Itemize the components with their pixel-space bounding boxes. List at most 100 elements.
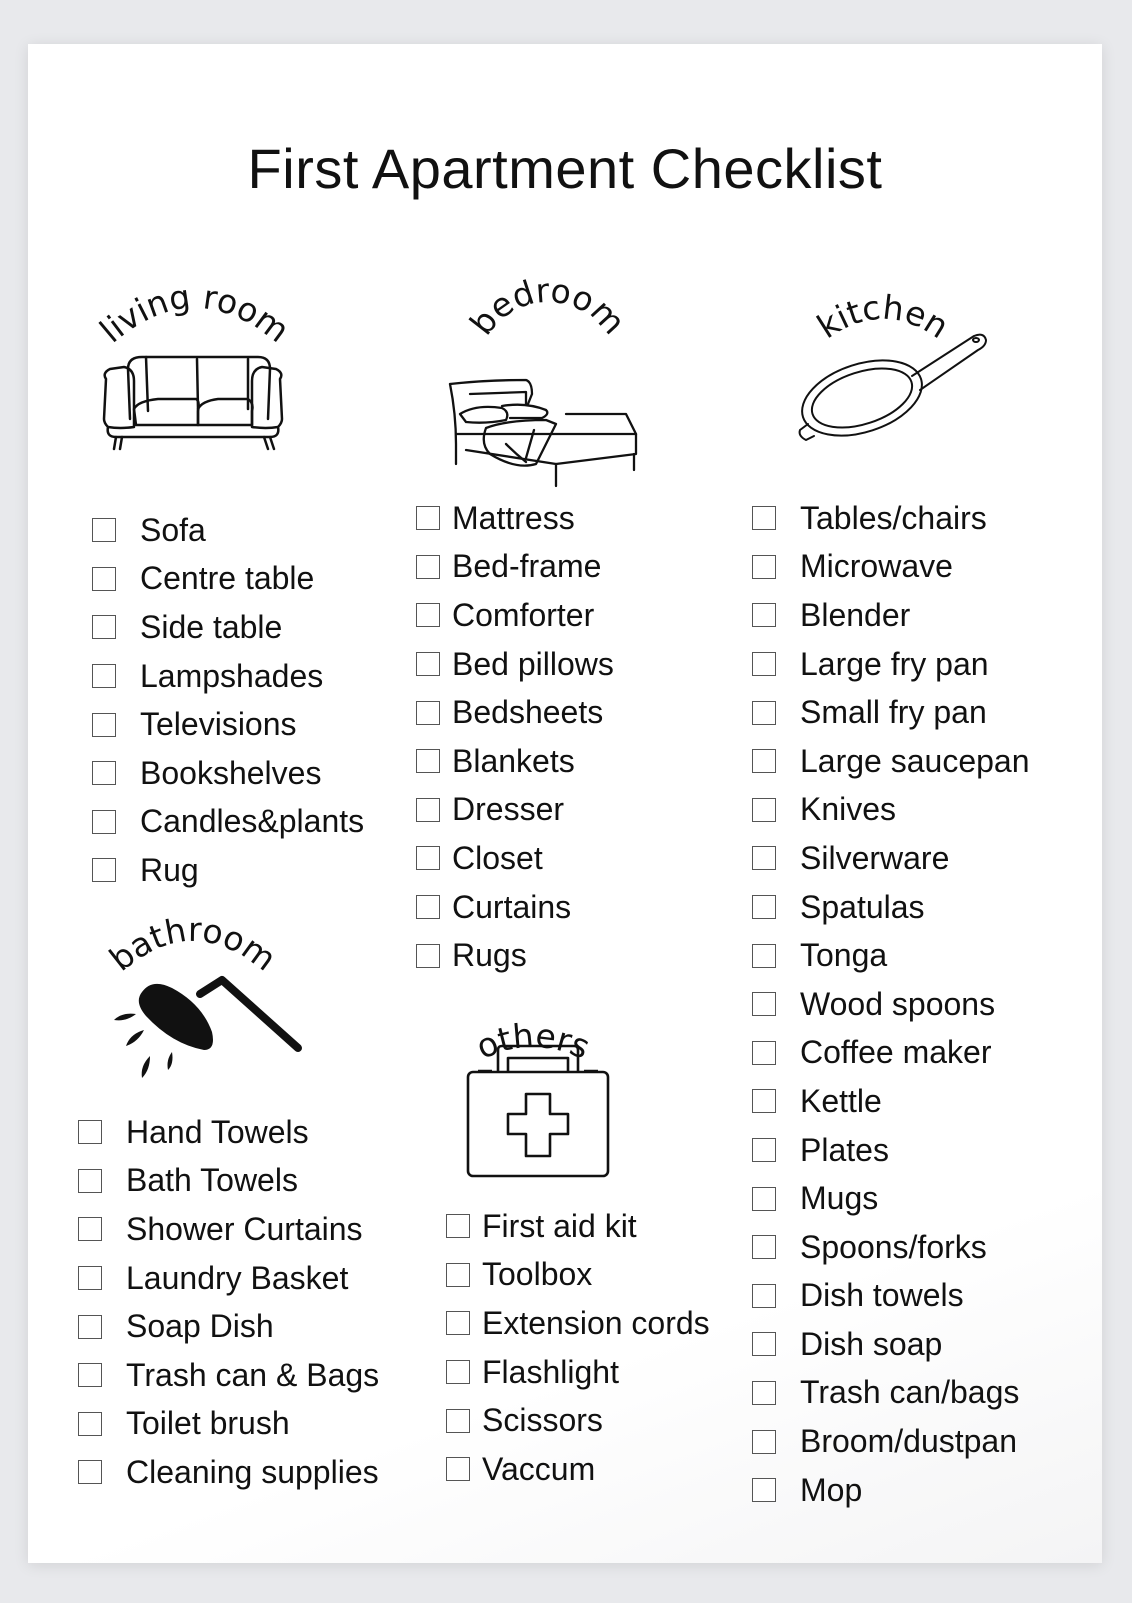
checkbox[interactable] xyxy=(752,652,776,677)
checkbox[interactable] xyxy=(752,603,776,628)
checklist-item: Bath Towels xyxy=(78,1157,379,1206)
checkbox[interactable] xyxy=(752,1040,776,1065)
checklist-item: Comforter xyxy=(416,591,614,640)
checkbox[interactable] xyxy=(752,992,776,1017)
checkbox[interactable] xyxy=(78,1120,102,1145)
checklist-item-label: Trash can/bags xyxy=(800,1374,1020,1411)
checkbox[interactable] xyxy=(752,506,776,531)
checkbox[interactable] xyxy=(92,566,116,591)
checklist-item: Sofa xyxy=(92,506,364,555)
checkbox[interactable] xyxy=(78,1363,102,1388)
checkbox[interactable] xyxy=(416,652,440,677)
checklist-item-label: Kettle xyxy=(800,1082,882,1119)
checklist-item: Laundry Basket xyxy=(78,1254,379,1303)
checklist-item-label: Shower Curtains xyxy=(126,1210,363,1247)
checklist-item: Broom/dustpan xyxy=(752,1417,1030,1466)
checklist-item-label: Rugs xyxy=(452,937,527,974)
checklist-item-label: Dish soap xyxy=(800,1325,943,1362)
checkbox[interactable] xyxy=(416,846,440,871)
checkbox[interactable] xyxy=(752,1235,776,1260)
checklist-item-label: Closet xyxy=(452,839,543,876)
checklist-item: Wood spoons xyxy=(752,980,1030,1029)
checkbox[interactable] xyxy=(752,749,776,774)
checkbox[interactable] xyxy=(416,700,440,725)
checklist-item: Curtains xyxy=(416,883,614,932)
checkbox[interactable] xyxy=(78,1266,102,1291)
checkbox[interactable] xyxy=(446,1311,470,1336)
checkbox[interactable] xyxy=(92,858,116,883)
checkbox[interactable] xyxy=(416,603,440,628)
page-title: First Apartment Checklist xyxy=(247,137,883,200)
checkbox[interactable] xyxy=(78,1314,102,1339)
checkbox[interactable] xyxy=(752,895,776,920)
checklist-item: Bed-frame xyxy=(416,543,614,592)
checkbox[interactable] xyxy=(92,615,116,640)
checkbox[interactable] xyxy=(752,1478,776,1503)
checklist-item: Lampshades xyxy=(92,652,364,701)
checkbox[interactable] xyxy=(752,1380,776,1405)
checklist-item-label: Bed-frame xyxy=(452,548,602,585)
checkbox[interactable] xyxy=(78,1411,102,1436)
checkbox[interactable] xyxy=(752,554,776,579)
checklist-item-label: Televisions xyxy=(140,706,297,743)
checkbox[interactable] xyxy=(752,1089,776,1114)
checklist-item: Spatulas xyxy=(752,883,1030,932)
checkbox[interactable] xyxy=(752,1138,776,1163)
checklist-item: Blender xyxy=(752,591,1030,640)
checkbox[interactable] xyxy=(752,700,776,725)
checkbox[interactable] xyxy=(446,1457,470,1482)
checklist-item-label: Scissors xyxy=(482,1402,603,1439)
checklist-item-label: Microwave xyxy=(800,548,953,585)
checklist-item-label: Mop xyxy=(800,1471,863,1508)
first-aid-kit-icon xyxy=(466,1044,610,1178)
sofa-icon xyxy=(102,355,284,451)
checkbox[interactable] xyxy=(416,554,440,579)
checklist-item-label: Coffee maker xyxy=(800,1034,992,1071)
checkbox[interactable] xyxy=(92,664,116,689)
checkbox[interactable] xyxy=(446,1408,470,1433)
checkbox[interactable] xyxy=(752,1186,776,1211)
checkbox[interactable] xyxy=(416,895,440,920)
checkbox[interactable] xyxy=(78,1168,102,1193)
checklist-item-label: Tonga xyxy=(800,937,888,974)
checklist-item-label: Bookshelves xyxy=(140,754,322,791)
checkbox[interactable] xyxy=(752,943,776,968)
checkbox[interactable] xyxy=(446,1360,470,1385)
checklist-item: Bed pillows xyxy=(416,640,614,689)
bathroom-list: Hand Towels Bath Towels Shower Curtains Lau… xyxy=(78,1108,379,1497)
checklist-item: Trash can & Bags xyxy=(78,1351,379,1400)
checkbox[interactable] xyxy=(752,1429,776,1454)
checklist-item: Kettle xyxy=(752,1077,1030,1126)
checklist-item: Soap Dish xyxy=(78,1302,379,1351)
checkbox[interactable] xyxy=(78,1460,102,1485)
others-list: First aid kit Toolbox Extension cords Flash… xyxy=(446,1202,710,1494)
checkbox[interactable] xyxy=(92,809,116,834)
checkbox[interactable] xyxy=(92,712,116,737)
checkbox[interactable] xyxy=(416,506,440,531)
checklist-item: Blankets xyxy=(416,737,614,786)
checklist-item: Mugs xyxy=(752,1174,1030,1223)
checklist-item-label: Blankets xyxy=(452,742,575,779)
svg-text:bedroom: bedroom xyxy=(462,271,633,342)
checklist-item: Flashlight xyxy=(446,1348,710,1397)
checklist-item: Cleaning supplies xyxy=(78,1448,379,1497)
checkbox[interactable] xyxy=(752,797,776,822)
checklist-item: Spoons/forks xyxy=(752,1223,1030,1272)
checklist-item: Tables/chairs xyxy=(752,494,1030,543)
checkbox[interactable] xyxy=(752,1332,776,1357)
checkbox[interactable] xyxy=(78,1217,102,1242)
checkbox[interactable] xyxy=(416,797,440,822)
checklist-item: Knives xyxy=(752,786,1030,835)
checkbox[interactable] xyxy=(416,749,440,774)
checkbox[interactable] xyxy=(92,761,116,786)
checklist-item: Televisions xyxy=(92,700,364,749)
checklist-item-label: Large fry pan xyxy=(800,645,989,682)
checkbox[interactable] xyxy=(416,943,440,968)
checkbox[interactable] xyxy=(752,846,776,871)
checkbox[interactable] xyxy=(446,1214,470,1239)
checkbox[interactable] xyxy=(752,1283,776,1308)
checkbox[interactable] xyxy=(92,518,116,543)
checkbox[interactable] xyxy=(446,1262,470,1287)
kitchen-list: Tables/chairs Microwave Blender Large fry p… xyxy=(752,494,1030,1514)
checklist-item-label: Sofa xyxy=(140,511,206,548)
